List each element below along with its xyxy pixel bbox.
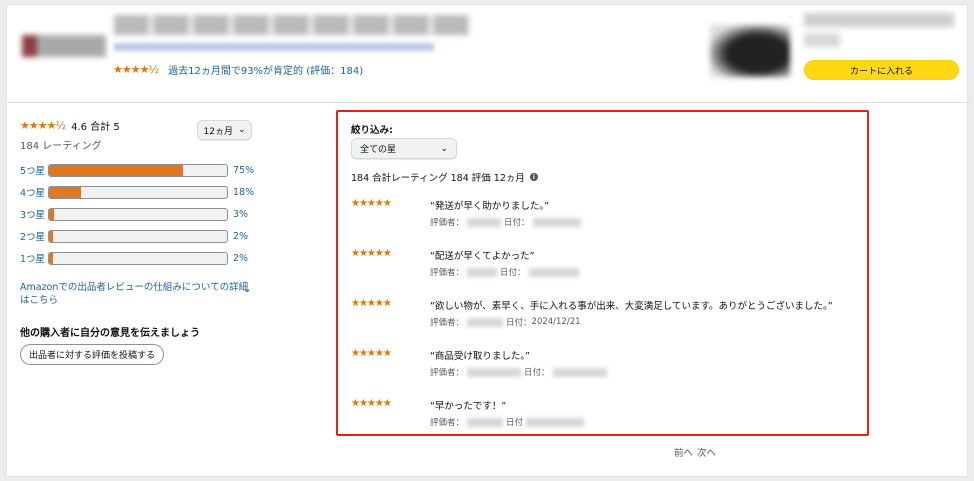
histogram-row-3[interactable]: 3つ星 3% <box>20 203 254 225</box>
date-label: 日付： <box>504 218 530 228</box>
reviewer-label: 評価者： <box>430 418 465 428</box>
star-filter-dropdown[interactable]: 全ての星 ⌄ <box>351 138 457 159</box>
histogram-bar[interactable] <box>48 163 228 177</box>
seller-link-blurred[interactable] <box>114 43 434 51</box>
date-blurred <box>528 267 579 277</box>
review-info-link[interactable]: Amazonでの出品者レビューの仕組みについての詳細はこちら <box>20 281 250 307</box>
star-rating-icon: ★★★★★ <box>351 248 392 259</box>
prev-page-link[interactable]: 前へ <box>674 445 693 459</box>
product-image-blurred <box>710 25 790 77</box>
date-label: 日付： <box>500 268 526 278</box>
histogram-fill <box>49 164 183 176</box>
star-rating-icon: ★★★★½ <box>113 63 159 76</box>
histogram-row-2[interactable]: 2つ星 2% <box>20 225 254 247</box>
review-meta: 評価者： 日付： <box>430 266 582 278</box>
star-rating-icon: ★★★★★ <box>351 398 392 409</box>
date-label: 日付 <box>506 418 524 428</box>
reviewer-name-blurred <box>467 317 504 327</box>
price-blurred <box>804 13 954 27</box>
histogram-percent[interactable]: 75% <box>233 165 254 176</box>
filter-summary-text: 184 合計レーティング 184 評価 12ヵ月 <box>351 173 525 184</box>
date-label: 日付： <box>506 318 532 328</box>
histogram-row-1[interactable]: 1つ星 2% <box>20 247 254 269</box>
histogram-label[interactable]: 3つ星 <box>20 207 48 221</box>
histogram-percent[interactable]: 18% <box>233 187 254 198</box>
date-label: 日付： <box>524 368 550 378</box>
date-blurred <box>532 217 581 227</box>
reviewer-label: 評価者： <box>430 318 465 328</box>
histogram-row-4[interactable]: 4つ星 18% <box>20 181 254 203</box>
positive-feedback-link[interactable]: 過去12ヵ月間で93%が肯定的 (評価：184) <box>168 62 363 77</box>
rating-histogram: 5つ星 75% 4つ星 18% 3つ星 3% 2つ星 2% 1つ星 2% <box>20 159 254 269</box>
review-meta: 評価者： 日付： <box>430 216 584 228</box>
review-meta: 評価者： 日付： 2024/12/21 <box>430 316 581 328</box>
star-rating-icon: ★★★★★ <box>351 198 392 209</box>
post-feedback-button[interactable]: 出品者に対する評価を投稿する <box>20 344 165 365</box>
histogram-percent[interactable]: 3% <box>233 209 248 220</box>
reviewer-name-blurred <box>467 367 522 377</box>
header-rating: ★★★★½ 過去12ヵ月間で93%が肯定的 (評価：184) <box>113 62 363 77</box>
review-text: “商品受け取りました。” <box>430 351 531 362</box>
histogram-bar[interactable] <box>48 229 228 243</box>
chevron-down-icon: ⌄ <box>440 143 448 154</box>
histogram-label[interactable]: 4つ星 <box>20 185 48 199</box>
reviewer-name-blurred <box>467 417 504 427</box>
share-opinion-heading: 他の購入者に自分の意見を伝えましょう <box>20 328 200 339</box>
rating-count-text: (評価：184) <box>306 66 364 77</box>
seller-feedback-page: ★★★★½ 過去12ヵ月間で93%が肯定的 (評価：184) カートに入れる ★… <box>6 4 969 477</box>
histogram-fill <box>49 230 53 242</box>
histogram-percent[interactable]: 2% <box>233 231 248 242</box>
date-blurred <box>526 417 585 427</box>
histogram-bar[interactable] <box>48 207 228 221</box>
histogram-fill <box>49 186 82 198</box>
review-meta: 評価者： 日付： <box>430 366 610 378</box>
next-page-link[interactable]: 次へ <box>697 445 716 459</box>
histogram-percent[interactable]: 2% <box>233 253 248 264</box>
review-text: “早かったです！” <box>430 401 507 412</box>
reviewer-label: 評価者： <box>430 268 465 278</box>
chevron-down-icon: ⌄ <box>237 125 246 135</box>
price-detail-blurred <box>804 33 840 47</box>
rating-count: 184 レーティング <box>20 141 102 152</box>
product-header: ★★★★½ 過去12ヵ月間で93%が肯定的 (評価：184) カートに入れる <box>7 5 969 103</box>
star-rating-icon: ★★★★★ <box>351 298 392 309</box>
product-title-blurred <box>114 15 469 35</box>
histogram-label[interactable]: 1つ星 <box>20 251 48 265</box>
filter-summary: 184 合計レーティング 184 評価 12ヵ月 i <box>351 170 538 184</box>
review-text: “発送が早く助かりました。” <box>430 201 550 212</box>
review-text: “配送が早くてよかった” <box>430 251 535 262</box>
add-to-cart-button[interactable]: カートに入れる <box>804 60 959 80</box>
period-value: 12ヵ月 <box>203 126 233 137</box>
review-meta: 評価者： 日付 <box>430 416 587 428</box>
date-blurred <box>552 367 607 377</box>
positive-feedback-text: 過去12ヵ月間で93%が肯定的 <box>168 66 304 77</box>
star-rating-icon: ★★★★½ <box>20 119 66 132</box>
reviewer-name-blurred <box>467 217 502 227</box>
rating-summary: ★★★★½ 4.6 合計 5 184 レーティング <box>20 118 120 152</box>
seller-logo-blurred <box>22 35 106 57</box>
reviewer-name-blurred <box>467 267 498 277</box>
reviewer-label: 評価者： <box>430 218 465 228</box>
reviewer-label: 評価者： <box>430 368 465 378</box>
info-icon[interactable]: i <box>529 173 538 181</box>
pagination: 前へ 次へ <box>674 445 716 459</box>
filter-reviews-panel: 絞り込み: 全ての星 ⌄ 184 合計レーティング 184 評価 12ヵ月 i … <box>336 110 869 436</box>
average-rating: 4.6 合計 5 <box>71 122 120 133</box>
histogram-label[interactable]: 5つ星 <box>20 163 48 177</box>
star-rating-icon: ★★★★★ <box>351 348 392 359</box>
star-filter-value: 全ての星 <box>360 145 397 155</box>
histogram-bar[interactable] <box>48 185 228 199</box>
chevron-down-icon[interactable]: ⌄ <box>243 284 251 295</box>
histogram-fill <box>49 208 55 220</box>
filter-label: 絞り込み: <box>351 125 393 136</box>
histogram-fill <box>49 252 53 264</box>
histogram-label[interactable]: 2つ星 <box>20 229 48 243</box>
review-date: 2024/12/21 <box>531 317 581 327</box>
histogram-row-5[interactable]: 5つ星 75% <box>20 159 254 181</box>
period-dropdown[interactable]: 12ヵ月 ⌄ <box>197 120 252 140</box>
review-text: “欲しい物が、素早く、手に入れる事が出来、大変満足しています。ありがとうございま… <box>430 301 833 312</box>
histogram-bar[interactable] <box>48 251 228 265</box>
